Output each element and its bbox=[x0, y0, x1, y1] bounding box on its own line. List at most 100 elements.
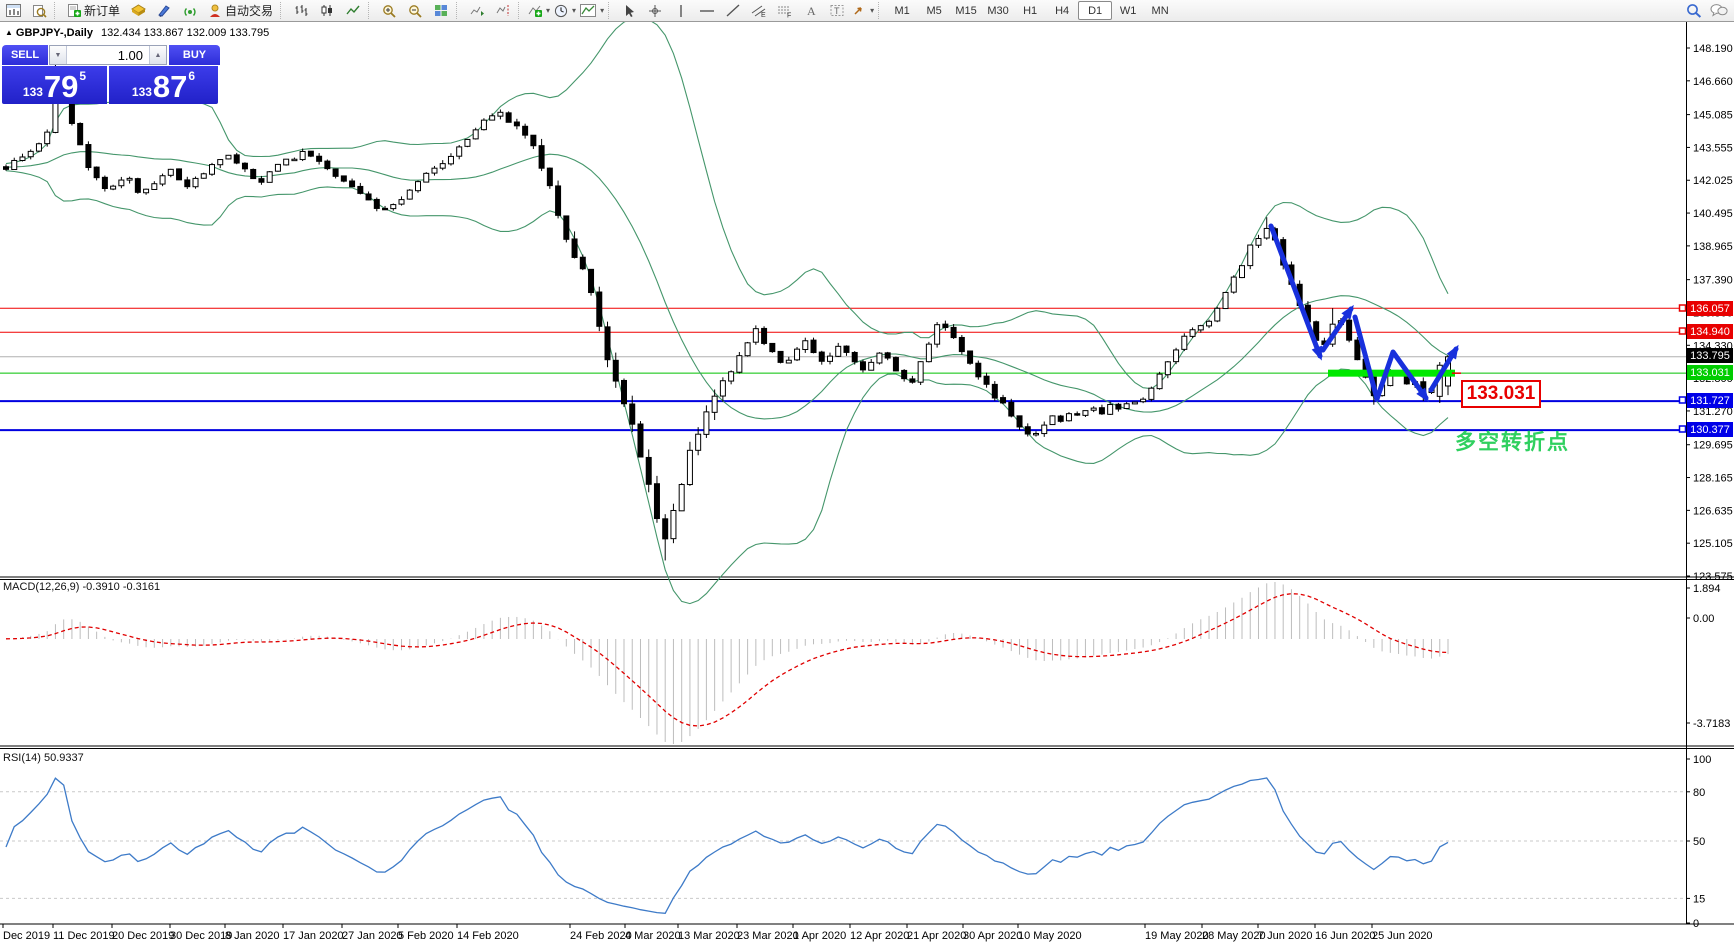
svg-text:142.025: 142.025 bbox=[1693, 175, 1733, 187]
sell-price-prefix: 133 bbox=[22, 85, 43, 99]
rsi-label: RSI(14) 50.9337 bbox=[3, 752, 84, 764]
arrows-caret-icon: ▾ bbox=[870, 6, 875, 15]
svg-text:11 Dec 2019: 11 Dec 2019 bbox=[53, 930, 115, 942]
autotrading-button[interactable]: 自动交易 bbox=[203, 1, 278, 20]
chart-svg: 148.190 146.660 145.085 143.555 142.025 140.4… bbox=[0, 21, 1734, 942]
svg-text:-3.7183: -3.7183 bbox=[1693, 718, 1730, 730]
trendline-tool-icon[interactable] bbox=[720, 1, 746, 20]
horizontal-line-tool-icon[interactable] bbox=[694, 1, 720, 20]
timeframe-M5-button[interactable]: M5 bbox=[918, 2, 950, 19]
periods-clock-icon[interactable]: ▾ bbox=[552, 1, 578, 20]
timeframe-W1-button[interactable]: W1 bbox=[1112, 2, 1144, 19]
svg-text:14 Feb 2020: 14 Feb 2020 bbox=[457, 930, 519, 942]
svg-text:0.00: 0.00 bbox=[1693, 613, 1714, 625]
signals-icon[interactable] bbox=[177, 1, 203, 20]
sell-button[interactable]: SELL bbox=[2, 45, 48, 65]
history-center-icon[interactable] bbox=[125, 1, 151, 20]
label-tool-icon[interactable]: T bbox=[824, 1, 850, 20]
crosshair-icon[interactable] bbox=[642, 1, 668, 20]
svg-text:5 Feb 2020: 5 Feb 2020 bbox=[398, 930, 454, 942]
svg-text:15: 15 bbox=[1693, 893, 1705, 905]
svg-text:23 Mar 2020: 23 Mar 2020 bbox=[737, 930, 799, 942]
axis-badge-133.795: 133.795 bbox=[1687, 348, 1733, 363]
timeframe-M30-button[interactable]: M30 bbox=[982, 2, 1014, 19]
toolbar-separator bbox=[280, 2, 286, 19]
mt4-window: 新订单 自动交易 ▾ ▾ ▾ E F A T ▾ M1 M5 M15 M30 H… bbox=[0, 0, 1734, 947]
cursor-icon[interactable] bbox=[616, 1, 642, 20]
svg-text:A: A bbox=[807, 4, 816, 17]
svg-text:16 Jun 2020: 16 Jun 2020 bbox=[1315, 930, 1376, 942]
svg-text:50: 50 bbox=[1693, 836, 1705, 848]
new-order-button[interactable]: 新订单 bbox=[62, 1, 125, 20]
toolbar-separator bbox=[456, 2, 462, 19]
buy-price-panel[interactable]: 133 87 6 bbox=[109, 66, 218, 104]
zoom-out-icon[interactable] bbox=[402, 1, 428, 20]
zoom-in-icon[interactable] bbox=[376, 1, 402, 20]
svg-text:10 May 2020: 10 May 2020 bbox=[1018, 930, 1082, 942]
timeframe-MN-button[interactable]: MN bbox=[1144, 2, 1176, 19]
candlestick-chart-icon[interactable] bbox=[314, 1, 340, 20]
buy-price-sup: 6 bbox=[188, 69, 196, 83]
one-click-expander-icon[interactable]: ▲ bbox=[5, 28, 13, 37]
svg-text:145.085: 145.085 bbox=[1693, 110, 1733, 122]
charts-profile-icon[interactable] bbox=[0, 1, 26, 20]
arrows-tool-icon[interactable]: ▾ bbox=[850, 1, 876, 20]
macd-label: MACD(12,26,9) -0.3910 -0.3161 bbox=[3, 581, 161, 593]
chart-canvas[interactable]: 148.190 146.660 145.085 143.555 142.025 140.4… bbox=[0, 21, 1734, 947]
sell-price-main: 79 bbox=[43, 69, 79, 104]
svg-text:143.555: 143.555 bbox=[1693, 142, 1733, 154]
bar-chart-icon[interactable] bbox=[288, 1, 314, 20]
svg-text:148.190: 148.190 bbox=[1693, 43, 1733, 55]
symbol-info[interactable]: ▲ GBPJPY-,Daily 132.434 133.867 132.009 13… bbox=[5, 27, 269, 39]
timeframe-M15-button[interactable]: M15 bbox=[950, 2, 982, 19]
svg-text:Dec 2019: Dec 2019 bbox=[3, 930, 50, 942]
svg-text:25 Jun 2020: 25 Jun 2020 bbox=[1372, 930, 1433, 942]
price-annotation-box[interactable]: 133.031 bbox=[1461, 380, 1541, 408]
tile-windows-icon[interactable] bbox=[428, 1, 454, 20]
search-icon[interactable] bbox=[1686, 3, 1702, 18]
axis-badge-136.057: 136.057 bbox=[1687, 301, 1733, 316]
sell-price-sup: 5 bbox=[79, 69, 87, 83]
auto-scroll-icon[interactable] bbox=[464, 1, 490, 20]
svg-text:0: 0 bbox=[1693, 918, 1699, 930]
svg-text:8 Jan 2020: 8 Jan 2020 bbox=[225, 930, 279, 942]
svg-text:E: E bbox=[761, 12, 766, 18]
channel-tool-icon[interactable]: E bbox=[746, 1, 772, 20]
toolbar: 新订单 自动交易 ▾ ▾ ▾ E F A T ▾ M1 M5 M15 M30 H… bbox=[0, 0, 1734, 22]
svg-text:129.695: 129.695 bbox=[1693, 440, 1733, 452]
fibonacci-tool-icon[interactable]: F bbox=[772, 1, 798, 20]
svg-text:125.105: 125.105 bbox=[1693, 538, 1733, 550]
sell-price-panel[interactable]: 133 79 5 bbox=[2, 66, 107, 104]
indicators-caret-icon: ▾ bbox=[546, 6, 551, 15]
symbol-ohlc: 132.434 133.867 132.009 133.795 bbox=[100, 27, 270, 39]
timeframe-H1-button[interactable]: H1 bbox=[1014, 2, 1046, 19]
chat-icon[interactable] bbox=[1710, 3, 1728, 18]
timeframe-H4-button[interactable]: H4 bbox=[1046, 2, 1078, 19]
periods-caret-icon: ▾ bbox=[572, 6, 577, 15]
templates-icon[interactable]: ▾ bbox=[578, 1, 606, 20]
svg-text:21 Apr 2020: 21 Apr 2020 bbox=[907, 930, 966, 942]
vertical-line-tool-icon[interactable] bbox=[668, 1, 694, 20]
volume-decrease-button[interactable]: ▼ bbox=[50, 46, 67, 64]
text-tool-icon[interactable]: A bbox=[798, 1, 824, 20]
chart-shift-icon[interactable] bbox=[490, 1, 516, 20]
buy-button[interactable]: BUY bbox=[169, 45, 220, 65]
print-preview-icon[interactable] bbox=[26, 1, 52, 20]
turning-point-annotation[interactable]: 多空转折点 bbox=[1455, 426, 1570, 456]
timeframe-D1-button[interactable]: D1 bbox=[1078, 1, 1113, 20]
templates-caret-icon: ▾ bbox=[600, 6, 605, 15]
news-icon[interactable] bbox=[151, 1, 177, 20]
svg-text:146.660: 146.660 bbox=[1693, 76, 1733, 88]
toolbar-separator bbox=[878, 2, 884, 19]
one-click-trading-widget: SELL ▼ 1.00 ▲ BUY 133 79 5 133 87 6 bbox=[2, 45, 220, 104]
timeframe-M1-button[interactable]: M1 bbox=[886, 2, 918, 19]
indicators-icon[interactable]: ▾ bbox=[526, 1, 552, 20]
line-chart-icon[interactable] bbox=[340, 1, 366, 20]
volume-increase-button[interactable]: ▲ bbox=[149, 46, 166, 64]
volume-input[interactable]: 1.00 bbox=[67, 48, 149, 63]
svg-text:126.635: 126.635 bbox=[1693, 505, 1733, 517]
axis-badge-133.031: 133.031 bbox=[1687, 365, 1733, 380]
svg-text:17 Jan 2020: 17 Jan 2020 bbox=[283, 930, 344, 942]
svg-text:80: 80 bbox=[1693, 787, 1705, 799]
svg-text:28 May 2020: 28 May 2020 bbox=[1202, 930, 1266, 942]
